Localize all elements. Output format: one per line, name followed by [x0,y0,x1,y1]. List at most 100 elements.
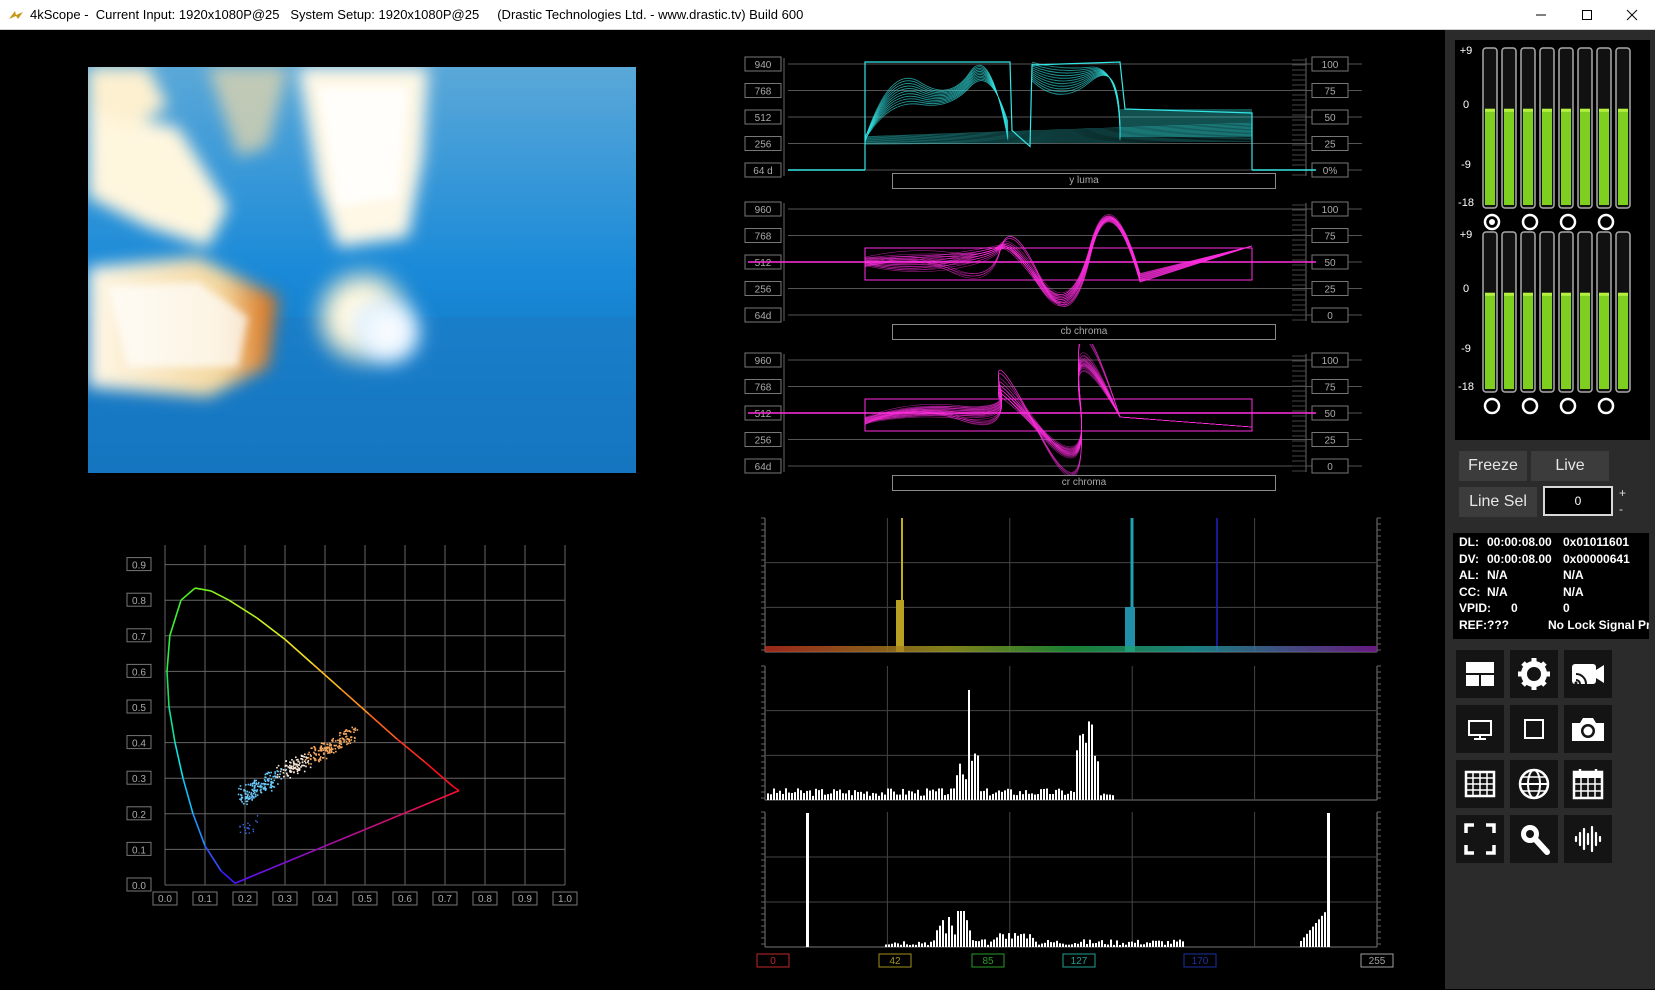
hist-luma-bar [950,788,952,800]
hist-bottom-bar [1170,943,1172,947]
audio-button[interactable] [1564,815,1612,863]
cie-sample-point [298,767,301,770]
minimize-button[interactable] [1518,0,1564,30]
cie-sample-point [247,783,250,786]
cie-sample-point [307,756,310,759]
cie-locus-segment [312,663,342,690]
hist-luma-bar [899,794,901,800]
hist-bottom-bar [1068,944,1070,947]
cie-sample-point [345,729,348,731]
cie-sample-point [239,785,242,787]
maximize-icon [1582,10,1592,20]
live-button[interactable]: Live [1531,451,1609,481]
schedule-button[interactable] [1564,760,1612,808]
cie-sample-point [285,764,288,767]
cie-sample-point [315,753,317,755]
hist-luma-bar [1109,794,1111,800]
stream-button[interactable] [1564,650,1612,698]
cie-sample-point [285,760,287,763]
line-sel-input[interactable]: 0 [1543,486,1613,516]
cie-sample-point [307,753,309,756]
cie-sample-point [278,775,281,778]
layout-quad-button[interactable] [1456,650,1504,698]
hist-bottom-bar [1182,941,1184,947]
right-tick-label: 100 [1322,205,1339,216]
hist-bottom-tick: 42 [889,956,901,967]
left-tick-label: 64d [755,462,772,473]
hist-bottom-bar [921,943,923,947]
meter-peak-line [1485,108,1495,112]
cie-sample-point [334,740,337,742]
web-button[interactable] [1510,760,1558,808]
cie-x-tick: 0.2 [238,894,252,905]
cie-sample-point [337,746,339,748]
monitor-button[interactable] [1456,705,1504,753]
hist-bottom-bar [1315,923,1317,947]
timecode-value-2: No Lock Signal Pr [1548,617,1649,632]
cie-sample-point [308,751,310,754]
cie-sample-point [242,802,245,805]
hist-luma-bar [962,774,964,800]
hist-bottom-bar [1149,942,1151,947]
meter-peak-line [1618,292,1628,296]
meter-level-fill [1542,108,1552,205]
cie-locus-segment [166,671,170,708]
hist-luma-bar [1019,791,1021,800]
hist-luma-bar [1025,790,1027,800]
hist-bottom-bar [918,941,920,947]
line-sel-button[interactable]: Line Sel [1459,487,1537,517]
cie-x-tick: 0.5 [358,894,372,905]
hist-bottom-bar [975,941,977,947]
settings-button[interactable] [1510,650,1558,698]
line-decrement[interactable]: - [1619,502,1623,516]
hist-bottom-bar [1143,944,1145,947]
cie-sample-point [347,742,349,745]
hist-bottom-bar [1023,933,1025,947]
hist-bottom-bar [1110,939,1112,947]
hist-bottom-bar [960,911,962,947]
cie-locus-segment [210,590,230,601]
cie-sample-point [270,780,273,783]
hist-luma-bar [1079,735,1081,800]
cie-sample-point [269,774,272,777]
cie-sample-point [276,766,278,769]
meter-level-fill [1561,108,1571,205]
snapshot-button[interactable] [1564,705,1612,753]
maximize-button[interactable] [1564,0,1610,30]
cie-x-tick: 0.6 [398,894,412,905]
line-increment[interactable]: + [1619,486,1626,500]
cie-sample-point [264,773,267,776]
cie-sample-point [255,779,257,782]
right-tick-label: 75 [1324,383,1336,394]
cie-sample-point [310,747,313,750]
cie-sample-point [273,786,276,788]
table-view-button[interactable] [1456,760,1504,808]
hist-hue-baseline [765,646,1377,652]
hist-bottom-spike-right [1327,813,1330,947]
cie-y-tick: 0.1 [132,845,146,856]
cie-sample-point [329,742,331,745]
timecode-key: DV: [1459,551,1480,566]
zoom-button[interactable] [1510,815,1558,863]
freeze-button[interactable]: Freeze [1459,451,1527,481]
timecode-value-2: N/A [1563,584,1584,599]
cie-sample-point [243,788,246,791]
hist-luma-bar [947,794,949,800]
cie-sample-point [237,793,240,796]
single-view-button[interactable] [1510,705,1558,753]
hist-bottom-bar [987,944,989,947]
hist-luma-bar [986,788,988,800]
hist-luma-bar [923,795,925,800]
hist-bottom-bar [954,934,956,947]
hist-bottom-bar [1092,943,1094,947]
close-button[interactable] [1609,0,1655,30]
hist-luma-bar [926,788,928,800]
cie-y-tick: 0.9 [132,561,146,572]
hist-luma-bar [887,788,889,800]
hist-luma-bar [1028,793,1030,800]
video-preview[interactable] [88,67,636,473]
hist-luma-bar [875,793,877,800]
fullscreen-button[interactable] [1456,815,1504,863]
hist-luma-bar [785,788,787,800]
meter-level-fill [1504,292,1514,389]
